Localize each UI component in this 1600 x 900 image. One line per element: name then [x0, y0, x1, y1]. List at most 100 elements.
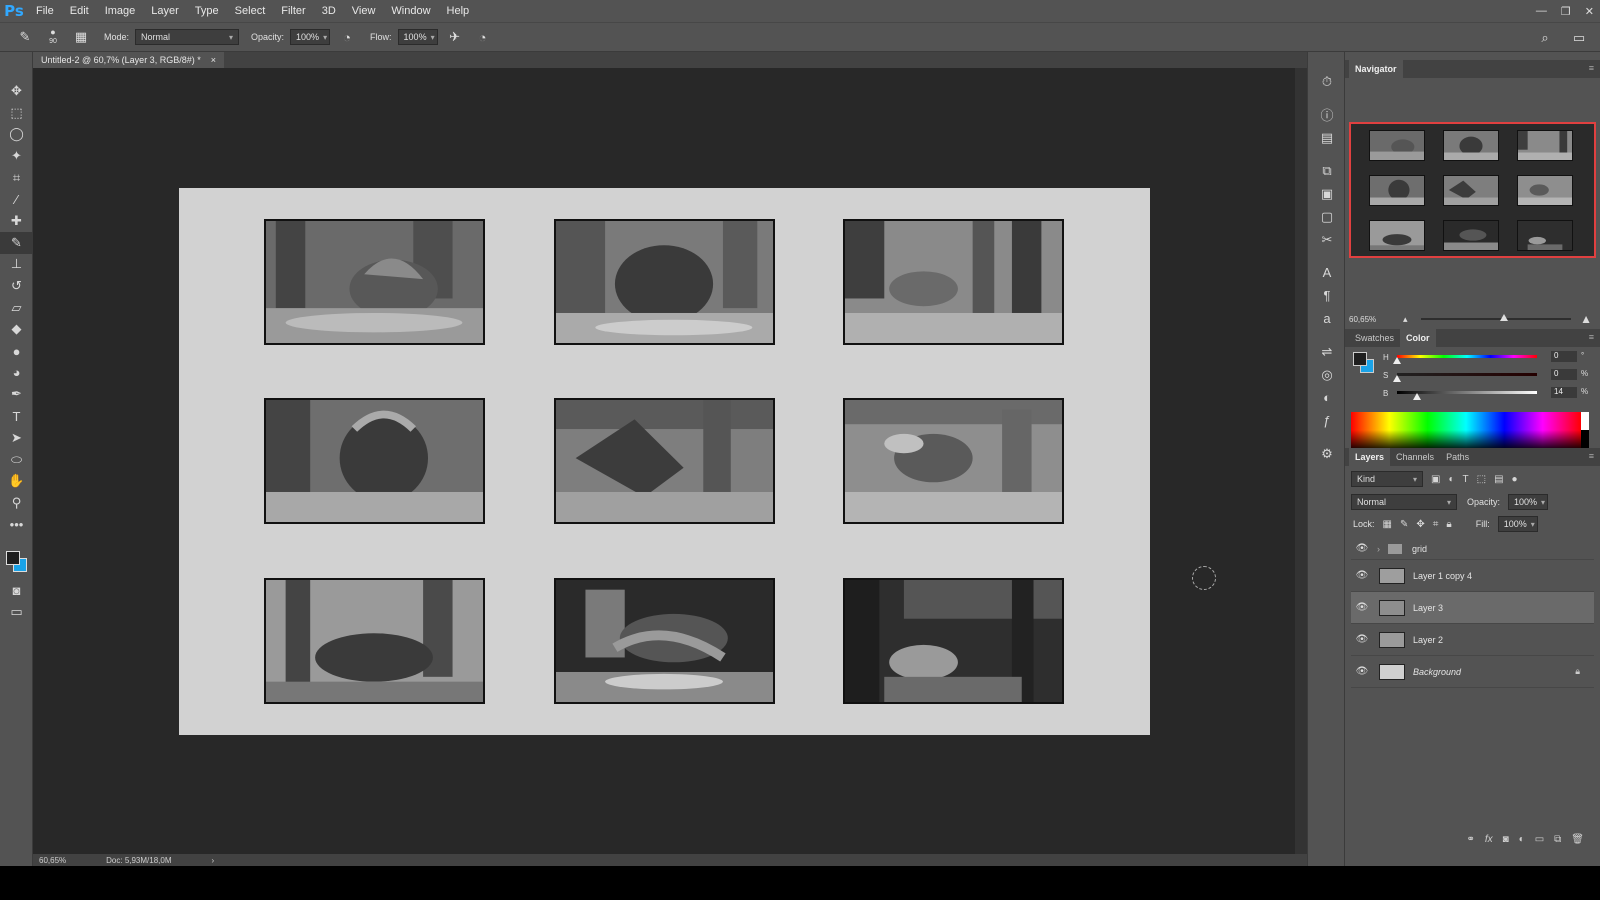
navigator-preview[interactable]: [1349, 122, 1596, 258]
panel-menu-icon[interactable]: ≡: [1589, 63, 1594, 73]
styles-panel-icon[interactable]: ◐: [1308, 386, 1346, 409]
paint-bucket-tool-icon[interactable]: ◆: [0, 319, 33, 341]
layer-kind-filter[interactable]: Kind ▾: [1351, 471, 1423, 487]
quick-mask-icon[interactable]: ◙: [0, 579, 33, 601]
tab-paths[interactable]: Paths: [1440, 448, 1475, 466]
more-tools-icon[interactable]: •••: [0, 514, 33, 536]
menu-image[interactable]: Image: [97, 5, 144, 17]
restore-button[interactable]: ❐: [1561, 5, 1571, 18]
foreground-color-swatch[interactable]: [6, 551, 20, 566]
paragraph-panel-icon[interactable]: ¶: [1308, 284, 1346, 307]
visibility-eye-icon[interactable]: 👁︎: [1351, 570, 1373, 581]
filter-pixel-icon[interactable]: ▣: [1431, 474, 1440, 485]
brush-presets-panel-icon[interactable]: ✂: [1308, 228, 1346, 251]
channels-panel-icon[interactable]: ◎: [1308, 363, 1346, 386]
saturation-handle[interactable]: [1393, 375, 1401, 382]
type-tool-icon[interactable]: T: [0, 405, 33, 427]
hue-value[interactable]: 0: [1551, 351, 1577, 362]
navigator-zoom-value[interactable]: 60,65%: [1349, 315, 1376, 324]
zoom-out-icon[interactable]: ▴: [1403, 314, 1408, 325]
new-layer-icon[interactable]: ⧉: [1554, 834, 1561, 845]
brush-panel-toggle-icon[interactable]: ▦: [70, 26, 92, 48]
properties-panel-icon[interactable]: ▣: [1308, 182, 1346, 205]
tab-navigator[interactable]: Navigator: [1349, 60, 1403, 78]
tab-swatches[interactable]: Swatches: [1349, 329, 1400, 347]
menu-edit[interactable]: Edit: [62, 5, 97, 17]
filter-shape-icon[interactable]: ⬚: [1477, 474, 1486, 485]
filter-toggle-icon[interactable]: ●: [1512, 474, 1518, 485]
menu-type[interactable]: Type: [187, 5, 227, 17]
visibility-eye-icon[interactable]: 👁︎: [1351, 666, 1373, 677]
saturation-value[interactable]: 0: [1551, 369, 1577, 380]
dodge-tool-icon[interactable]: ◕: [0, 362, 33, 384]
measurement-panel-icon[interactable]: ▤: [1308, 126, 1346, 149]
layer-row-background[interactable]: 👁︎ Background 🔒︎: [1351, 656, 1594, 688]
close-window-button[interactable]: ✕: [1585, 5, 1594, 18]
history-brush-tool-icon[interactable]: ↺: [0, 275, 33, 297]
clone-stamp-tool-icon[interactable]: ⊥: [0, 254, 33, 276]
color-spectrum[interactable]: [1351, 412, 1581, 448]
libraries-panel-icon[interactable]: ⚙: [1308, 442, 1346, 465]
magic-wand-tool-icon[interactable]: ✦: [0, 145, 33, 167]
history-panel-icon[interactable]: ⏱: [1308, 70, 1346, 93]
screen-mode-icon[interactable]: ▭: [0, 601, 33, 623]
flow-field[interactable]: 100% ▾: [397, 29, 438, 45]
layer-row-layer-2[interactable]: 👁︎ Layer 2: [1351, 624, 1594, 656]
blur-tool-icon[interactable]: ●: [0, 340, 33, 362]
visibility-eye-icon[interactable]: 👁︎: [1351, 543, 1373, 554]
workspace-switcher-icon[interactable]: ▭: [1568, 27, 1590, 49]
tab-channels[interactable]: Channels: [1390, 448, 1440, 466]
panel-menu-icon[interactable]: ≡: [1589, 332, 1594, 342]
ellipse-tool-icon[interactable]: ⬭: [0, 449, 33, 471]
lock-transparent-icon[interactable]: ▦: [1383, 519, 1392, 530]
pressure-size-icon[interactable]: ◔: [472, 26, 494, 48]
delete-layer-icon[interactable]: 🗑︎: [1571, 834, 1584, 845]
visibility-eye-icon[interactable]: 👁︎: [1351, 634, 1373, 645]
hue-handle[interactable]: [1393, 357, 1401, 364]
search-icon[interactable]: ⌕: [1534, 27, 1556, 49]
fill-field[interactable]: 100% ▾: [1497, 516, 1538, 532]
menu-file[interactable]: File: [28, 5, 62, 17]
navigator-zoom-handle[interactable]: [1499, 314, 1508, 321]
hand-tool-icon[interactable]: ✋: [0, 470, 33, 492]
tab-layers[interactable]: Layers: [1349, 448, 1391, 466]
adjustments-panel-icon[interactable]: ⇌: [1308, 340, 1346, 363]
marquee-tool-icon[interactable]: ⬚: [0, 102, 33, 124]
lock-position-icon[interactable]: ✥: [1416, 519, 1424, 530]
notes-panel-icon[interactable]: ▢: [1308, 205, 1346, 228]
expand-group-icon[interactable]: ›: [1377, 544, 1380, 554]
color-panel-swatches[interactable]: [1353, 352, 1375, 374]
airbrush-icon[interactable]: ✈: [444, 26, 466, 48]
layer-row-layer-1-copy-4[interactable]: 👁︎ Layer 1 copy 4: [1351, 560, 1594, 592]
lock-artboard-icon[interactable]: ⌗: [1433, 519, 1439, 530]
new-group-icon[interactable]: ▭: [1535, 834, 1544, 845]
navigator-zoom-slider[interactable]: [1421, 314, 1571, 321]
filter-type-icon[interactable]: T: [1463, 474, 1469, 485]
brush-size-picker[interactable]: ● 90: [42, 26, 64, 48]
glyphs-panel-icon[interactable]: a: [1308, 307, 1346, 330]
menu-help[interactable]: Help: [439, 5, 478, 17]
brush-tool-icon[interactable]: ✎: [0, 231, 33, 254]
tab-color[interactable]: Color: [1400, 329, 1436, 347]
layer-row-grid[interactable]: 👁︎ › grid: [1351, 538, 1594, 560]
opacity-field[interactable]: 100% ▾: [290, 29, 331, 45]
layer-blend-mode-select[interactable]: Normal ▾: [1351, 494, 1457, 510]
zoom-in-icon[interactable]: ▲: [1580, 312, 1592, 326]
crop-tool-icon[interactable]: ⌗: [0, 167, 33, 189]
pen-tool-icon[interactable]: ✒: [0, 384, 33, 406]
healing-brush-tool-icon[interactable]: ✚: [0, 210, 33, 232]
filter-adjustment-icon[interactable]: ◐: [1448, 474, 1454, 485]
visibility-eye-icon[interactable]: 👁︎: [1351, 602, 1373, 613]
layer-opacity-field[interactable]: 100% ▾: [1508, 494, 1549, 510]
adjustment-layer-icon[interactable]: ◐: [1519, 834, 1525, 845]
filter-smart-object-icon[interactable]: ▤: [1494, 474, 1503, 485]
clone-source-panel-icon[interactable]: ⧉: [1308, 159, 1346, 182]
menu-view[interactable]: View: [344, 5, 384, 17]
eraser-tool-icon[interactable]: ▱: [0, 297, 33, 319]
brightness-value[interactable]: 14: [1551, 387, 1577, 398]
status-menu-arrow[interactable]: ›: [212, 856, 215, 865]
lasso-tool-icon[interactable]: ◯: [0, 123, 33, 145]
zoom-tool-icon[interactable]: ⚲: [0, 492, 33, 514]
actions-panel-icon[interactable]: ƒ: [1308, 409, 1346, 432]
eyedropper-tool-icon[interactable]: ⁄: [0, 188, 33, 210]
